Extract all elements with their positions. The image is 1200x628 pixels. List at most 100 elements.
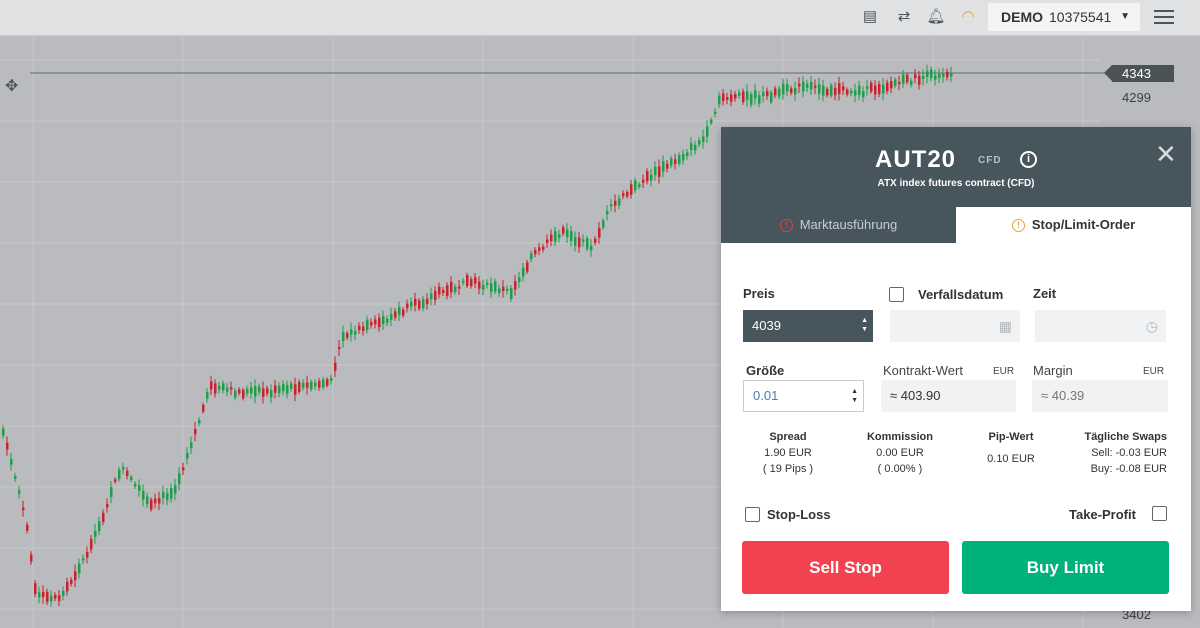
candle-body [126, 470, 129, 476]
account-selector[interactable]: DEMO 10375541 ▼ [988, 3, 1140, 31]
candle-body [638, 184, 641, 187]
candle-body [786, 83, 789, 92]
transfer-icon[interactable]: ⇄ [894, 8, 914, 26]
candle-body [578, 237, 581, 248]
candle-body [662, 161, 665, 172]
menu-icon[interactable] [1154, 10, 1174, 24]
price-input[interactable]: 4039 ▲ ▼ [743, 310, 873, 342]
candle-body [606, 211, 609, 215]
candle-body [686, 152, 689, 157]
candle-body [590, 245, 593, 251]
candle-body [790, 88, 793, 93]
candle-body [942, 73, 945, 77]
commission-label: Kommission [866, 431, 933, 443]
candle-body [626, 191, 629, 197]
tab-market-execution[interactable]: ! Marktausführung [721, 207, 956, 243]
candle-body [82, 558, 85, 561]
candle-body [730, 94, 733, 102]
current-price-tag: 4343 [1104, 65, 1174, 82]
candle-body [42, 591, 45, 598]
candle-body [738, 92, 741, 96]
candle-body [398, 307, 401, 316]
candle-body [198, 419, 201, 424]
move-icon[interactable]: ✥ [5, 76, 18, 96]
candle-body [226, 387, 229, 392]
size-input[interactable]: 0.01 ▲ ▼ [743, 380, 864, 412]
candle-body [98, 521, 101, 532]
candle-body [322, 379, 325, 388]
candle-body [294, 384, 297, 395]
symbol-title: AUT20 [875, 146, 957, 173]
candle-body [522, 267, 525, 277]
candle-body [370, 321, 373, 326]
candle-body [154, 498, 157, 504]
candle-body [218, 385, 221, 390]
candle-body [290, 383, 293, 389]
stepper-icon[interactable]: ▲ ▼ [851, 387, 858, 405]
candle-body [318, 381, 321, 388]
panel-header: AUT20 CFD i ATX index futures contract (… [721, 127, 1191, 243]
candle-body [506, 288, 509, 291]
bell-icon[interactable]: 🔔︎ [926, 8, 946, 26]
candle-body [910, 80, 913, 85]
candle-body [246, 388, 249, 394]
candle-body [722, 93, 725, 102]
commission-value: 0.00 EUR [876, 447, 924, 459]
take-profit-checkbox[interactable] [1152, 506, 1167, 521]
candle-body [870, 82, 873, 92]
order-panel: AUT20 CFD i ATX index futures contract (… [721, 127, 1191, 611]
candle-body [866, 86, 869, 89]
swaps-sell: Sell: -0.03 EUR [1091, 447, 1167, 459]
layout-icon[interactable]: ▤ [860, 8, 880, 26]
stop-loss-checkbox[interactable] [745, 507, 760, 522]
candle-body [502, 286, 505, 291]
pip-value-label: Pip-Wert [988, 431, 1034, 443]
candle-body [362, 326, 365, 331]
candle-body [238, 389, 241, 394]
candle-body [482, 284, 485, 290]
candle-body [234, 390, 237, 398]
candle-body [286, 385, 289, 394]
close-icon[interactable]: ✕ [1155, 141, 1177, 167]
candle-body [694, 144, 697, 151]
candle-body [814, 85, 817, 88]
candle-body [58, 595, 61, 601]
candle-body [38, 592, 41, 598]
candle-body [422, 298, 425, 309]
candle-body [174, 485, 177, 494]
candle-body [518, 277, 521, 283]
sell-stop-button[interactable]: Sell Stop [742, 541, 949, 594]
candle-body [498, 288, 501, 294]
spread-label: Spread [769, 431, 807, 443]
candle-body [930, 69, 933, 79]
signal-icon[interactable]: ◠ [958, 8, 978, 26]
candle-body [146, 496, 149, 505]
info-icon[interactable]: i [1020, 151, 1037, 168]
stepper-icon[interactable]: ▲ ▼ [861, 316, 868, 334]
candle-body [666, 163, 669, 169]
candle-body [26, 524, 29, 531]
candle-body [270, 389, 273, 398]
candle-body [74, 571, 77, 581]
candle-body [902, 74, 905, 84]
candle-body [646, 171, 649, 182]
expiry-checkbox[interactable] [889, 287, 904, 302]
candle-body [842, 86, 845, 91]
candle-body [922, 76, 925, 79]
candle-body [410, 301, 413, 307]
buy-limit-button[interactable]: Buy Limit [962, 541, 1169, 594]
candle-body [894, 79, 897, 86]
take-profit-label: Take-Profit [1069, 507, 1136, 522]
candle-body [446, 285, 449, 297]
expiry-date-input[interactable]: ▦ [890, 310, 1020, 342]
candle-body [698, 140, 701, 145]
candle-body [106, 503, 109, 508]
symbol-type: CFD [978, 155, 1002, 166]
candle-body [510, 288, 513, 299]
candle-body [602, 220, 605, 228]
candle-body [546, 239, 549, 243]
spread-pips: ( 19 Pips ) [762, 463, 814, 475]
candle-body [534, 249, 537, 255]
tab-stop-limit-order[interactable]: ! Stop/Limit-Order [956, 207, 1191, 243]
time-input[interactable]: ◷ [1035, 310, 1166, 342]
